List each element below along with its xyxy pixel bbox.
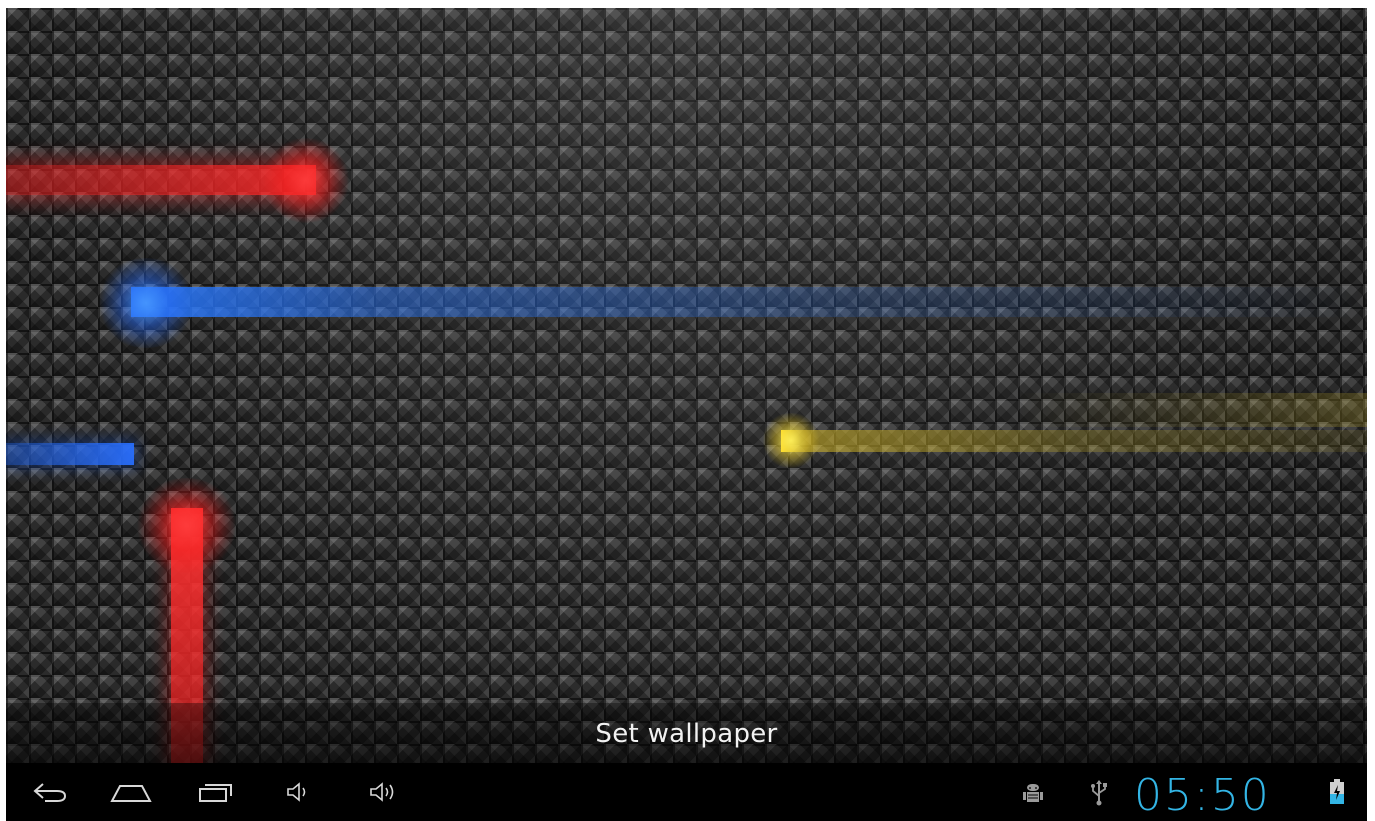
back-icon[interactable] [28,763,72,821]
usb-icon [1084,763,1114,821]
status-clock: 05:50 [1134,770,1271,821]
battery-charging-icon [1324,763,1350,821]
red-light-head-vertical [134,478,239,573]
wallpaper-preview [6,8,1367,763]
device-screen: Set wallpaper 05:50 [6,8,1367,821]
red-light-head [261,138,351,223]
debug-android-icon [1016,763,1050,821]
blue-light-head [96,258,196,348]
yellow-light-head [761,413,821,468]
volume-down-icon[interactable] [282,763,314,821]
yellow-light-trail [1016,393,1367,427]
set-wallpaper-button[interactable]: Set wallpaper [6,703,1367,763]
home-icon[interactable] [107,763,155,821]
yellow-light-streak [781,430,1367,452]
volume-up-icon[interactable] [364,763,404,821]
blue-light-streak [131,287,1367,317]
blue-light-streak-lower [6,443,134,465]
set-wallpaper-label: Set wallpaper [595,719,778,749]
recent-apps-icon[interactable] [194,763,238,821]
